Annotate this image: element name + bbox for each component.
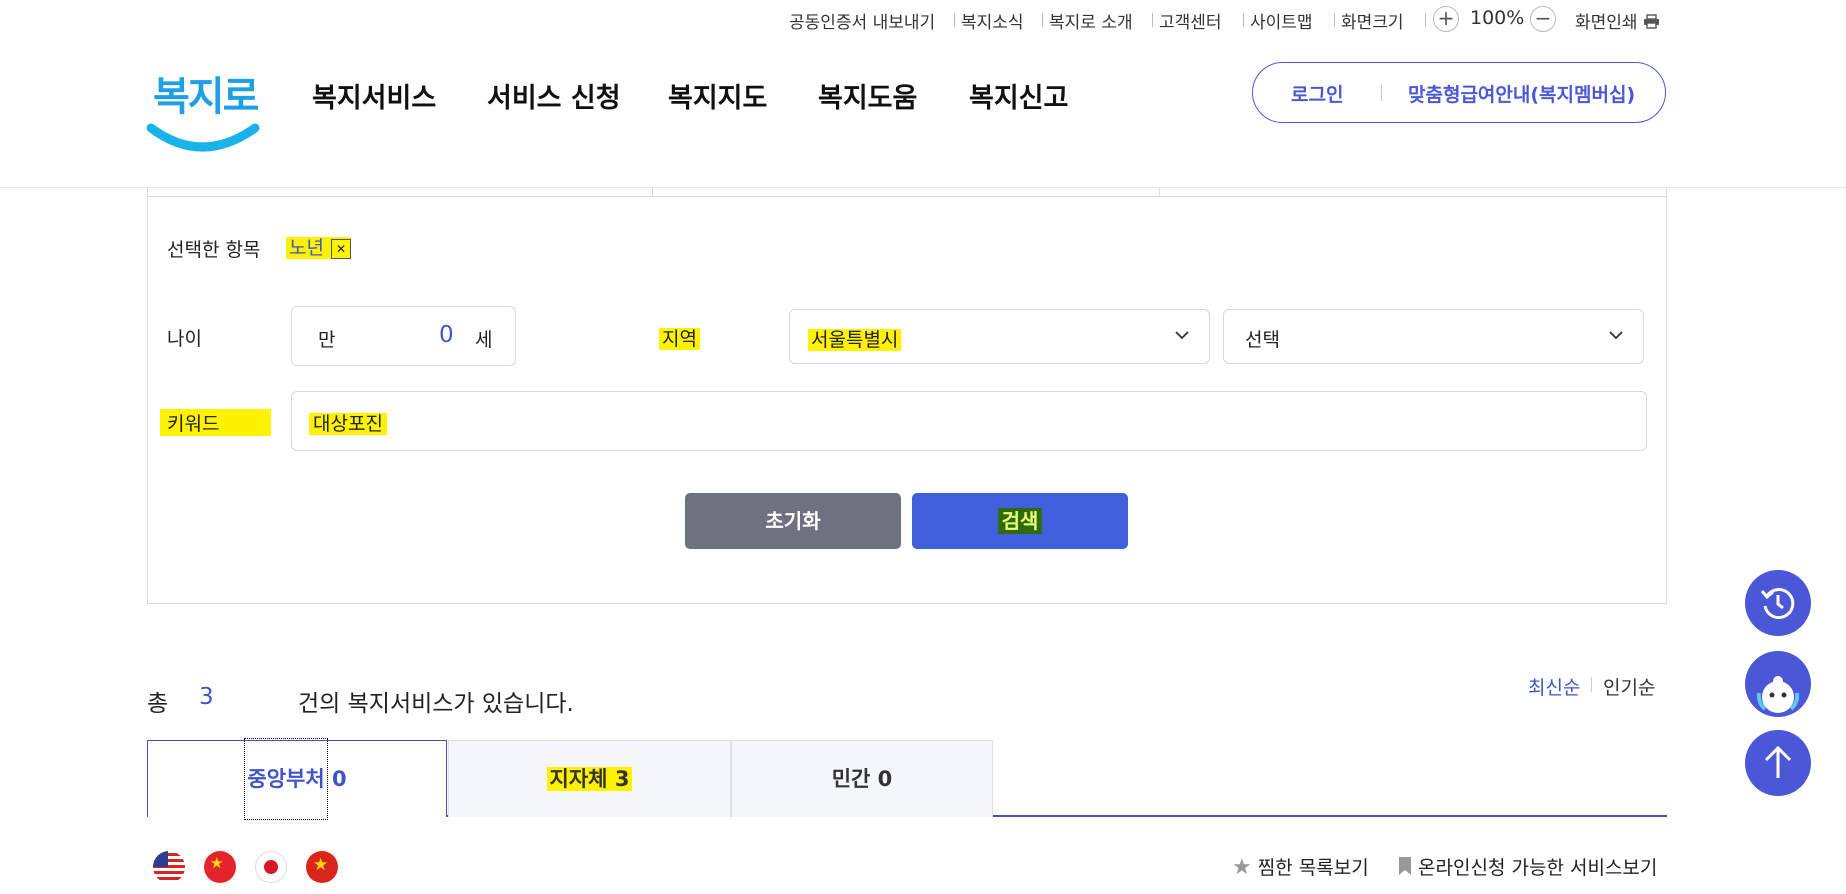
star-icon: ★ bbox=[1232, 855, 1252, 880]
util-separator bbox=[1243, 13, 1244, 27]
chevron-down-icon bbox=[1175, 331, 1189, 340]
nav-welfare-help[interactable]: 복지도움 bbox=[818, 76, 917, 115]
chatbot-icon bbox=[1756, 676, 1800, 713]
keyword-label: 키워드 bbox=[160, 409, 272, 436]
tab-local-count: 3 bbox=[614, 767, 630, 791]
selected-items-label: 선택한 항목 bbox=[167, 239, 261, 261]
recent-history-button[interactable] bbox=[1745, 570, 1811, 636]
age-prefix: 만 bbox=[318, 329, 336, 351]
remove-tag-icon[interactable]: ✕ bbox=[330, 239, 351, 259]
util-news-link[interactable]: 복지소식 bbox=[961, 8, 1024, 33]
filter-table-edge bbox=[1666, 188, 1667, 196]
utility-bar: 공동인증서 내보내기 복지소식 복지로 소개 고객센터 사이트맵 화면크기 + … bbox=[0, 4, 1846, 33]
tab-central-name: 중앙부처 bbox=[247, 767, 325, 791]
login-link[interactable]: 로그인 bbox=[1291, 80, 1343, 107]
zoom-level: 100% bbox=[1470, 7, 1525, 29]
util-cert-export-link[interactable]: 공동인증서 내보내기 bbox=[789, 8, 935, 33]
nav-service-application[interactable]: 서비스 신청 bbox=[487, 76, 621, 115]
filter-table-edge bbox=[652, 188, 653, 196]
tab-central-count: 0 bbox=[331, 767, 347, 791]
search-button-label: 검색 bbox=[997, 508, 1043, 534]
tab-central-government[interactable]: 중앙부처 0 bbox=[147, 738, 447, 820]
region-label: 지역 bbox=[659, 324, 700, 351]
online-apply-label: 온라인신청 가능한 서비스보기 bbox=[1418, 857, 1658, 879]
region-label-text: 지역 bbox=[659, 328, 700, 350]
age-input[interactable]: 만 0 세 bbox=[291, 306, 516, 366]
us-flag-icon[interactable] bbox=[153, 851, 185, 883]
reset-button[interactable]: 초기화 bbox=[685, 493, 901, 549]
bookmark-list-link[interactable]: ★ 찜한 목록보기 bbox=[1232, 853, 1369, 880]
japan-sun-icon bbox=[264, 860, 278, 874]
filter-table-edge bbox=[147, 188, 148, 196]
util-separator bbox=[1334, 13, 1335, 27]
util-sitemap-link[interactable]: 사이트맵 bbox=[1250, 8, 1313, 33]
zoom-out-button[interactable]: − bbox=[1530, 6, 1556, 32]
age-value: 0 bbox=[439, 322, 454, 348]
tab-private-name: 민간 bbox=[831, 767, 871, 791]
logo-text: 복지로 bbox=[153, 74, 259, 120]
util-customer-center-link[interactable]: 고객센터 bbox=[1159, 8, 1222, 33]
china-flag-icon[interactable]: ★ bbox=[204, 851, 236, 883]
region-value-text: 서울특별시 bbox=[808, 329, 902, 351]
sort-separator bbox=[1591, 677, 1592, 692]
tab-private-count: 0 bbox=[877, 767, 893, 791]
util-separator bbox=[1042, 13, 1043, 27]
tab-local-name: 지자체 bbox=[549, 767, 608, 791]
util-separator bbox=[1152, 13, 1153, 27]
arrow-up-icon bbox=[1764, 745, 1792, 778]
vietnam-star-icon: ★ bbox=[313, 855, 329, 875]
util-separator bbox=[954, 13, 955, 27]
district-select[interactable]: 선택 bbox=[1223, 309, 1644, 364]
printer-icon bbox=[1643, 14, 1659, 29]
header-divider bbox=[0, 187, 1846, 188]
keyword-value: 대상포진 bbox=[309, 409, 387, 436]
region-select-value: 서울특별시 bbox=[808, 325, 902, 352]
nav-welfare-report[interactable]: 복지신고 bbox=[969, 76, 1068, 115]
tab-central-label: 중앙부처 bbox=[244, 738, 328, 820]
bookmark-list-label: 찜한 목록보기 bbox=[1257, 857, 1369, 879]
total-suffix: 건의 복지서비스가 있습니다. bbox=[298, 691, 574, 717]
util-separator bbox=[1425, 13, 1426, 27]
sort-latest-link[interactable]: 최신순 bbox=[1528, 673, 1580, 700]
online-apply-link[interactable]: 온라인신청 가능한 서비스보기 bbox=[1398, 853, 1657, 880]
vietnam-flag-icon[interactable]: ★ bbox=[306, 851, 338, 883]
nav-welfare-map[interactable]: 복지지도 bbox=[668, 76, 767, 115]
total-prefix: 총 bbox=[147, 691, 169, 717]
tab-local-label: 지자체 3 bbox=[546, 767, 633, 791]
sort-popular-link[interactable]: 인기순 bbox=[1603, 673, 1655, 700]
util-screen-size-label: 화면크기 bbox=[1341, 13, 1404, 33]
filter-table-edge bbox=[1159, 188, 1160, 196]
selected-tag: 노년 ✕ bbox=[286, 233, 351, 260]
keyword-input[interactable]: 대상포진 bbox=[291, 391, 1647, 451]
keyword-value-text: 대상포진 bbox=[309, 413, 387, 435]
us-flag-graphic bbox=[153, 851, 185, 883]
district-select-value: 선택 bbox=[1245, 329, 1280, 351]
util-about-link[interactable]: 복지로 소개 bbox=[1049, 8, 1133, 33]
login-separator bbox=[1381, 85, 1382, 101]
age-suffix: 세 bbox=[475, 329, 493, 351]
age-label: 나이 bbox=[167, 328, 202, 350]
nav-welfare-services[interactable]: 복지서비스 bbox=[312, 76, 436, 115]
membership-link[interactable]: 맞춤형급여안내(복지멤버십) bbox=[1408, 80, 1635, 107]
login-membership-box: 로그인 맞춤형급여안내(복지멤버십) bbox=[1252, 62, 1666, 123]
logo-smile-icon bbox=[146, 123, 260, 152]
print-label: 화면인쇄 bbox=[1575, 13, 1638, 33]
total-count: 3 bbox=[199, 684, 214, 710]
chevron-down-icon bbox=[1609, 331, 1623, 340]
history-icon bbox=[1760, 588, 1795, 620]
scroll-top-button[interactable] bbox=[1745, 730, 1811, 796]
print-link[interactable]: 화면인쇄 bbox=[1575, 8, 1660, 33]
region-select[interactable]: 서울특별시 bbox=[789, 309, 1210, 364]
chatbot-button[interactable] bbox=[1745, 651, 1811, 717]
bookmark-icon bbox=[1399, 857, 1411, 875]
tab-local-government[interactable]: 지자체 3 bbox=[448, 740, 731, 817]
tab-private[interactable]: 민간 0 bbox=[731, 740, 993, 817]
japan-flag-icon[interactable] bbox=[255, 851, 287, 883]
china-star-icon: ★ bbox=[210, 854, 224, 872]
search-button[interactable]: 검색 bbox=[912, 493, 1128, 549]
selected-tag-wrap: ✕ bbox=[326, 237, 351, 259]
selected-tag-label: 노년 bbox=[286, 237, 327, 259]
bokjiro-logo[interactable]: 복지로 bbox=[145, 58, 260, 163]
zoom-in-button[interactable]: + bbox=[1433, 6, 1459, 32]
